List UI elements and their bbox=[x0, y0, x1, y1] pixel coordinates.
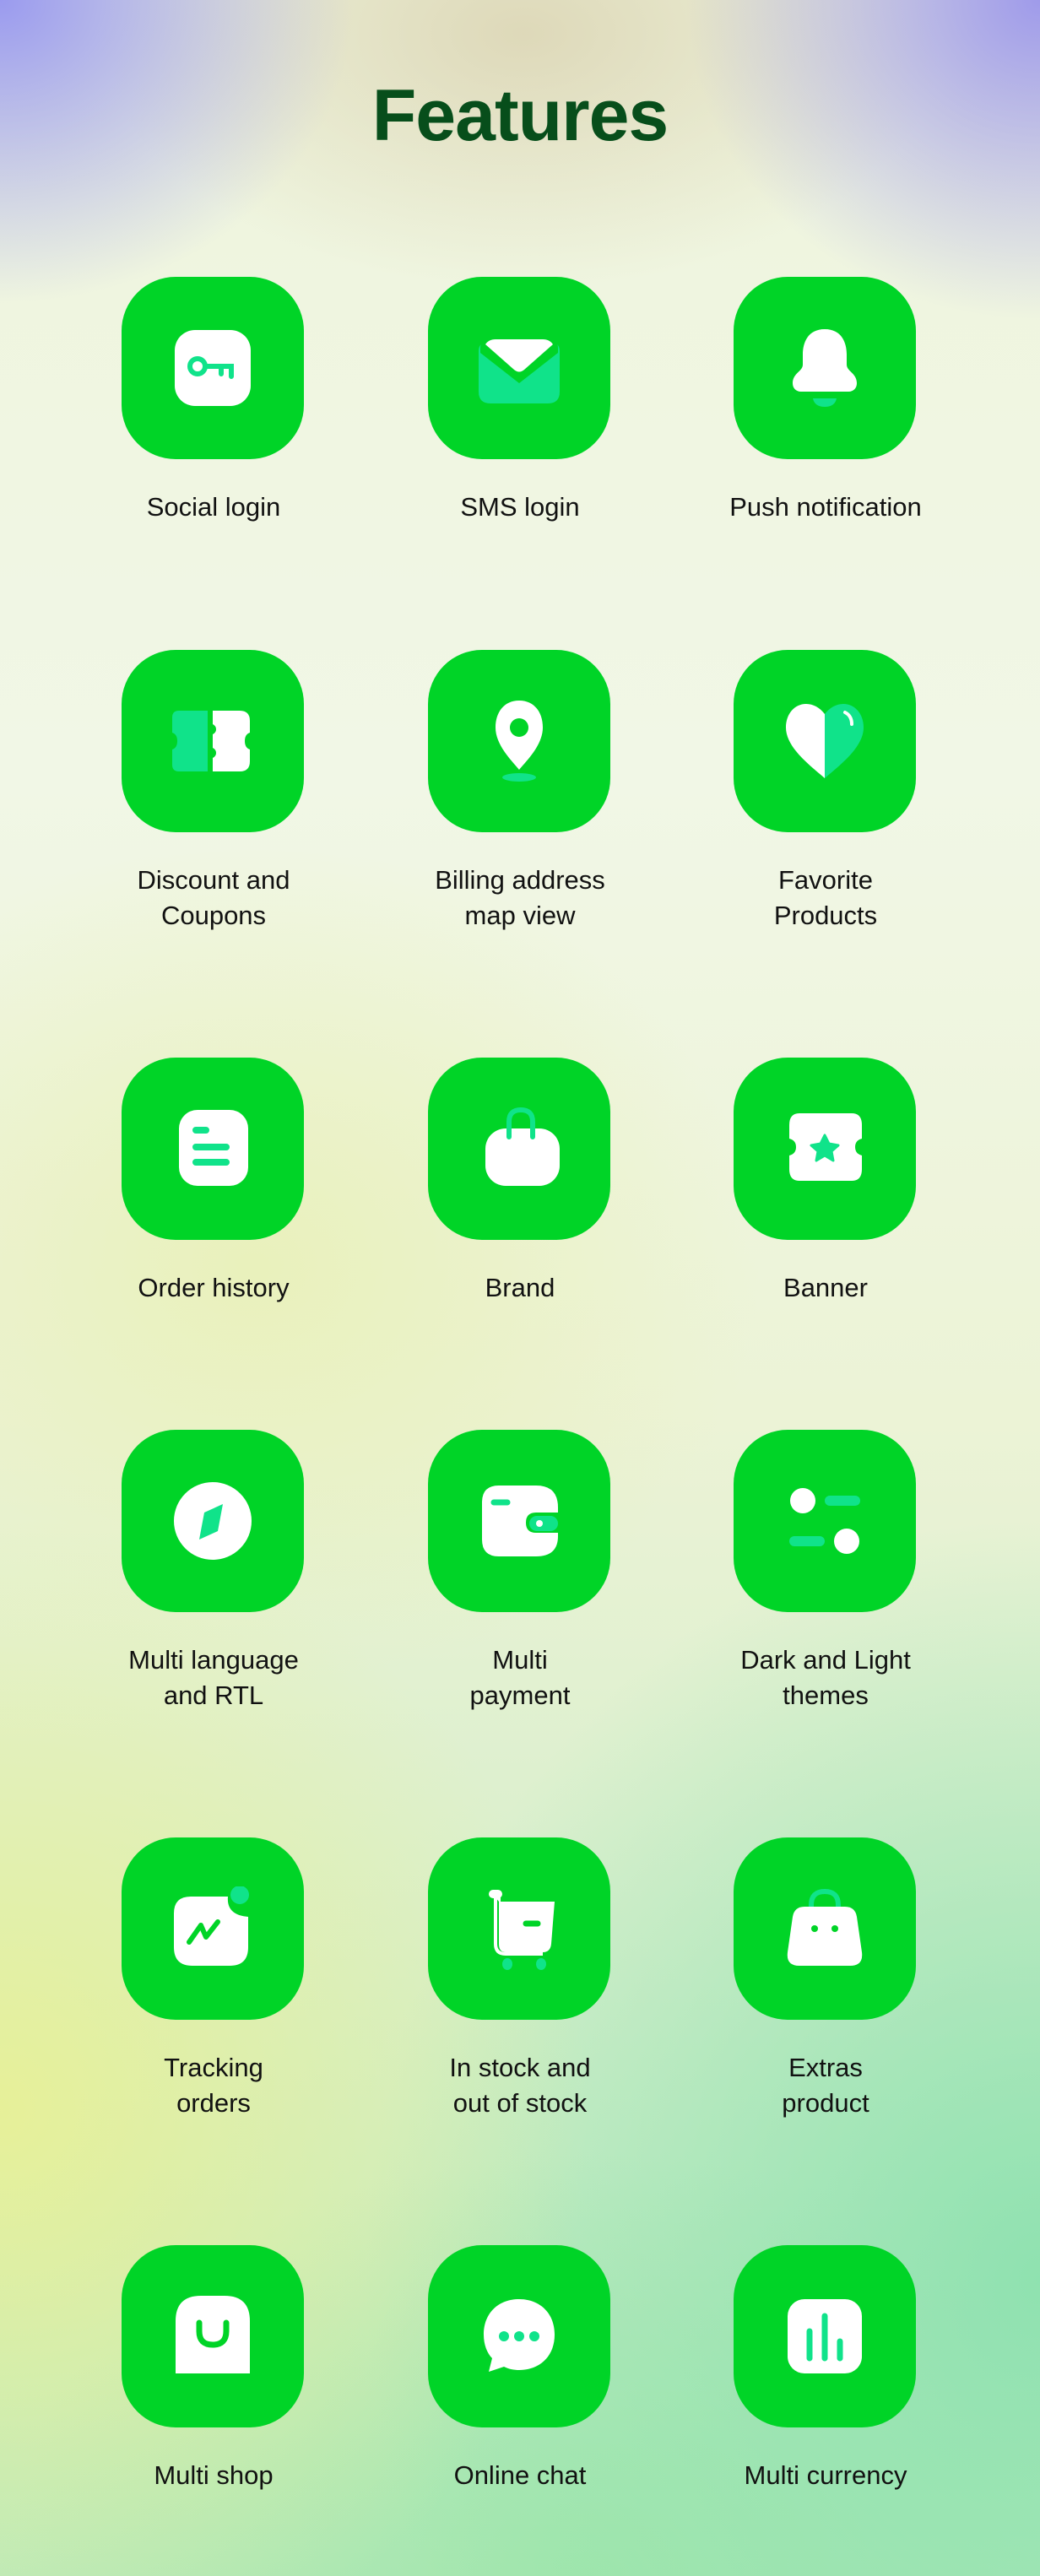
feature-tile[interactable] bbox=[122, 650, 304, 832]
chat-bubble-icon bbox=[484, 2299, 555, 2372]
feature-label: Billing address map view bbox=[367, 863, 673, 934]
label-line: out of stock bbox=[452, 2088, 588, 2118]
compass-icon bbox=[174, 1482, 252, 1560]
feature-label: Online chat bbox=[367, 2458, 673, 2493]
label-line: Multi bbox=[492, 1645, 548, 1675]
shop-bag-icon bbox=[176, 2296, 250, 2373]
feature-label: Tracking orders bbox=[61, 2050, 366, 2121]
ticket-star-icon bbox=[789, 1113, 862, 1181]
features-grid: Social login SMS login Push notification bbox=[0, 0, 1040, 2576]
label-line: and RTL bbox=[163, 1680, 264, 1710]
feature-label: Multi shop bbox=[61, 2458, 366, 2493]
key-icon bbox=[175, 330, 251, 406]
label-line: Billing address bbox=[435, 865, 605, 895]
label-line: product bbox=[782, 2088, 869, 2118]
label-line: map view bbox=[464, 901, 576, 930]
feature-tile[interactable] bbox=[428, 2245, 610, 2427]
envelope-icon bbox=[479, 339, 560, 403]
feature-tile[interactable] bbox=[734, 650, 916, 832]
activity-chart-icon bbox=[174, 1886, 249, 1966]
label-line: Tracking bbox=[164, 2053, 263, 2082]
label-line: orders bbox=[176, 2088, 251, 2118]
feature-tile[interactable] bbox=[122, 2245, 304, 2427]
label-line: Discount and bbox=[137, 865, 290, 895]
feature-tile[interactable] bbox=[122, 1058, 304, 1240]
shopping-cart-icon bbox=[489, 1890, 555, 1970]
feature-tile[interactable] bbox=[428, 650, 610, 832]
feature-tile[interactable] bbox=[122, 277, 304, 459]
label-line: Order history bbox=[138, 1273, 290, 1302]
label-line: Social login bbox=[146, 492, 281, 522]
wallet-icon bbox=[482, 1486, 558, 1556]
feature-tile[interactable] bbox=[428, 1430, 610, 1612]
label-line: Coupons bbox=[160, 901, 267, 930]
feature-tile[interactable] bbox=[428, 277, 610, 459]
feature-label: SMS login bbox=[367, 490, 673, 525]
feature-tile[interactable] bbox=[734, 1837, 916, 2020]
label-line: Multi language bbox=[128, 1645, 299, 1675]
feature-label: Multi payment bbox=[367, 1642, 673, 1713]
feature-tile[interactable] bbox=[122, 1837, 304, 2020]
label-line: Push notification bbox=[729, 492, 922, 522]
label-line: Dark and Light bbox=[740, 1645, 911, 1675]
label-line: themes bbox=[783, 1680, 869, 1710]
feature-tile[interactable] bbox=[428, 1058, 610, 1240]
coupon-icon bbox=[172, 711, 250, 771]
label-line: Products bbox=[773, 901, 878, 930]
label-line: Extras bbox=[788, 2053, 863, 2082]
label-line: payment bbox=[469, 1680, 571, 1710]
feature-tile[interactable] bbox=[734, 2245, 916, 2427]
feature-label: Order history bbox=[61, 1270, 366, 1306]
feature-label: Brand bbox=[367, 1270, 673, 1306]
label-line: Multi currency bbox=[744, 2460, 907, 2490]
label-line: SMS login bbox=[460, 492, 580, 522]
feature-label: Extras product bbox=[673, 2050, 978, 2121]
heart-icon bbox=[786, 704, 864, 778]
toggle-settings-icon bbox=[789, 1488, 860, 1554]
feature-tile[interactable] bbox=[428, 1837, 610, 2020]
feature-label: Banner bbox=[673, 1270, 978, 1306]
label-line: In stock and bbox=[449, 2053, 591, 2082]
feature-tile[interactable] bbox=[122, 1430, 304, 1612]
label-line: Favorite bbox=[778, 865, 873, 895]
label-line: Multi shop bbox=[154, 2460, 274, 2490]
feature-tile[interactable] bbox=[734, 277, 916, 459]
feature-label: In stock and out of stock bbox=[367, 2050, 673, 2121]
feature-label: Social login bbox=[61, 490, 366, 525]
label-line: Online chat bbox=[453, 2460, 587, 2490]
feature-tile[interactable] bbox=[734, 1058, 916, 1240]
feature-label: Discount and Coupons bbox=[61, 863, 366, 934]
bell-icon bbox=[793, 329, 857, 407]
feature-label: Dark and Light themes bbox=[673, 1642, 978, 1713]
document-list-icon bbox=[179, 1110, 248, 1186]
feature-label: Push notification bbox=[673, 490, 978, 525]
feature-label: Multi currency bbox=[673, 2458, 978, 2493]
feature-label: Favorite Products bbox=[673, 863, 978, 934]
feature-label: Multi language and RTL bbox=[61, 1642, 366, 1713]
bar-chart-icon bbox=[788, 2299, 862, 2373]
map-pin-icon bbox=[496, 701, 543, 782]
label-line: Banner bbox=[783, 1273, 868, 1302]
feature-tile[interactable] bbox=[734, 1430, 916, 1612]
label-line: Brand bbox=[485, 1273, 555, 1302]
shopping-bag-icon bbox=[485, 1107, 560, 1186]
bag-smile-icon bbox=[787, 1888, 863, 1966]
